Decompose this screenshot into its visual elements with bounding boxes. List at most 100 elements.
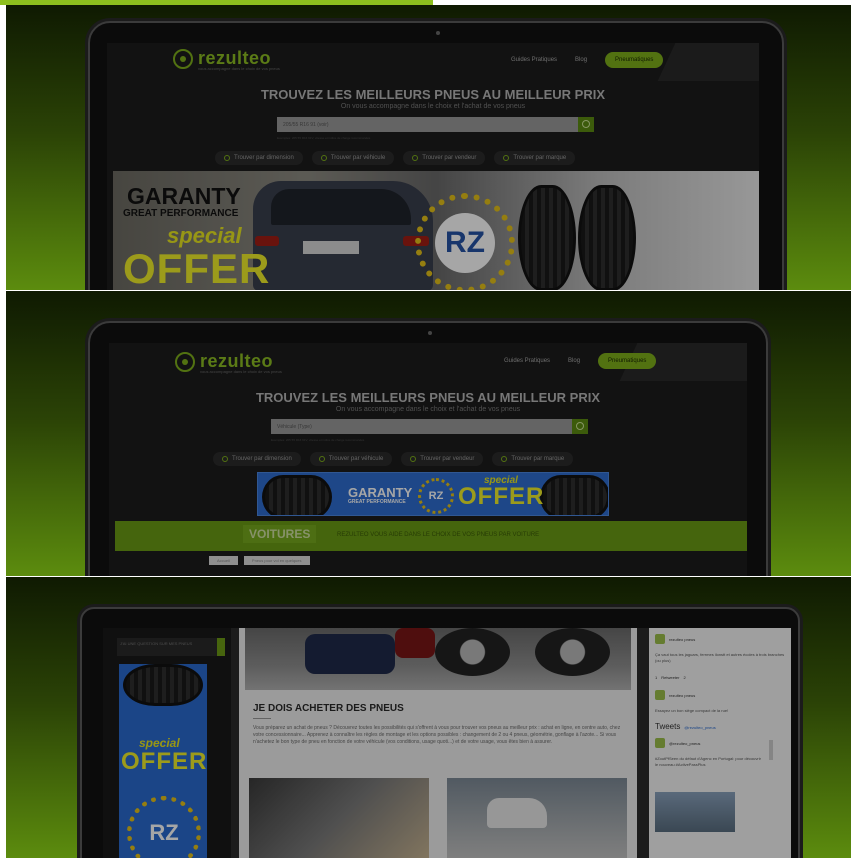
filter-dimension-button[interactable]: Trouver par dimension [215,151,303,165]
wheel-image-1 [435,628,510,676]
retweet-button[interactable]: Retweeter [661,675,679,680]
logo-wheel-icon-2 [175,351,195,372]
ask-question-box[interactable]: J'AI UNE QUESTION SUR MES PNEUS [117,638,217,656]
reply-count[interactable]: 1 [655,675,657,680]
article-thumb-woman-tire[interactable] [249,778,429,858]
filter-dimension-label: Trouver par dimension [234,155,294,161]
filter-brand-label-2: Trouver par marque [511,456,565,462]
filter-vendor-label: Trouver par vendeur [422,155,477,161]
logo-wheel-icon [173,48,193,69]
search-filters: Trouver par dimension Trouver par véhicu… [215,151,576,165]
panel-voitures: rezulteo vous accompagne dans le choix d… [6,291,851,576]
filter-vehicle-button[interactable]: Trouver par véhicule [311,151,395,165]
sidebar-rz-badge: RZ [149,820,179,845]
main-nav-2: Guides Pratiques Blog Pneumatiques [504,353,657,369]
filter-brand-button[interactable]: Trouver par marque [494,151,576,165]
nav-guides-link-2[interactable]: Guides Pratiques [504,358,550,364]
article-hero-photo [245,628,631,690]
tire-search-input[interactable] [277,117,578,132]
title-underline [253,718,271,719]
tweet-author-2[interactable]: rezulteo pneus [655,690,695,700]
site-logo-2[interactable]: rezulteo vous accompagne dans le choix d… [175,351,282,374]
tire-search-2 [271,419,588,434]
voitures-subtitle: REZULTEO VOUS AIDE DANS LE CHOIX DE VOS … [337,532,540,538]
nav-blog-link-2[interactable]: Blog [568,358,580,364]
car-window [271,189,411,225]
tire-search [277,117,594,132]
like-count[interactable]: 2 [683,675,685,680]
vendor-icon-2 [410,456,417,462]
filter-dimension-button-2[interactable]: Trouver par dimension [213,452,301,466]
search-icon-2[interactable] [572,419,588,434]
voitures-header-bar: VOITURES REZULTEO VOUS AIDE DANS LE CHOI… [115,521,747,551]
breadcrumb-current: Pneus pour voi en quelques [243,556,310,565]
filter-brand-button-2[interactable]: Trouver par marque [492,452,574,466]
promo-banner-small[interactable]: GARANTY GREAT PERFORMANCE RZ special OFF… [257,472,609,516]
breadcrumb-home-link[interactable]: Accueil [209,556,238,565]
wheel-image-2 [535,628,610,676]
banner-great-performance: GREAT PERFORMANCE [123,208,239,219]
banner-garanty: GARANTY [127,183,241,209]
rz-badge-2: RZ [428,490,444,502]
tweets-scrollbar[interactable] [769,740,773,760]
search-icon[interactable] [578,117,594,132]
logo-tagline-2: vous accompagne dans le choix de vos pne… [200,369,282,374]
hero-subtitle-2: On vous accompagne dans le choix et l'ac… [335,406,521,413]
tweet-image[interactable] [655,792,735,832]
screen-glare [657,43,759,81]
left-sidebar: J'AI UNE QUESTION SUR MES PNEUS special … [103,628,231,858]
search-hint-2: Exemples: 205 55 R16 91V, vitesse et ind… [271,438,365,442]
webcam-icon [436,31,440,35]
nav-cta-button[interactable]: Pneumatiques [605,52,664,68]
person-jeans [305,634,395,674]
logo-tagline: vous accompagne dans le choix de vos pne… [198,66,280,71]
sidebar-offer: OFFER [121,748,207,775]
site-screen-3: J'AI UNE QUESTION SUR MES PNEUS special … [103,628,791,858]
avatar-2 [655,690,665,700]
article-thumb-car-road[interactable] [447,778,627,858]
tweet-author-name: rezulteo pneus [669,636,696,642]
hero-title-2: TROUVEZ LES MEILLEURS PNEUS AU MEILLEUR … [255,390,601,405]
tweets-handle-link[interactable]: @rezulteo_pneus [684,725,715,730]
ask-question-button[interactable] [217,638,225,656]
sidebar-tire-image [123,664,203,706]
nav-cta-button-2[interactable]: Pneumatiques [598,353,657,369]
filter-vehicle-button-2[interactable]: Trouver par véhicule [309,452,393,466]
white-car-shape [487,798,547,828]
car-icon [320,155,327,161]
dimension-icon [224,155,230,161]
tweet-text-2: Essayez un bon siège compact de la rue! [655,708,729,713]
avatar [655,634,665,644]
article-body: Vous préparez un achat de pneus ? Découv… [253,725,621,745]
filter-vehicle-label: Trouver par véhicule [330,155,386,161]
tweet-author-1[interactable]: rezulteo pneus [655,634,695,644]
tire-image-2 [578,185,636,290]
voitures-title: VOITURES [243,525,317,543]
main-nav: Guides Pratiques Blog Pneumatiques [511,52,664,68]
tweet-actions: 1 Retweeter 2 [655,675,686,680]
tweet-text-1: Ça vaut tous les jaguars, ferrmes ilonst… [655,652,785,663]
filter-brand-label: Trouver par marque [513,155,567,161]
hero-title: TROUVEZ LES MEILLEURS PNEUS AU MEILLEUR … [260,87,606,102]
nav-guides-link[interactable]: Guides Pratiques [511,57,557,63]
filter-vendor-button[interactable]: Trouver par vendeur [403,151,486,165]
site-logo[interactable]: rezulteo vous accompagne dans le choix d… [173,48,280,71]
filter-vendor-button-2[interactable]: Trouver par vendeur [401,452,484,466]
rz-badge: RZ [435,213,495,273]
brand-icon-2 [501,456,508,462]
tweet-handle: @rezulteo_pneus [669,740,701,746]
article-card: JE DOIS ACHETER DES PNEUS Vous préparez … [239,628,637,858]
tweet-text-3: #ZoutPfSeen du défaut d'Agenc en Portuga… [655,756,761,767]
site-screen-2: rezulteo vous accompagne dans le choix d… [109,343,747,576]
breadcrumb: Accueil Pneus pour voi en quelques [209,556,310,565]
vendor-icon [412,155,419,161]
nav-blog-link[interactable]: Blog [575,57,587,63]
avatar-3 [655,738,665,748]
banner-garanty-2: GARANTY [348,485,413,500]
promo-banner[interactable]: RZ GARANTY GREAT PERFORMANCE special OFF… [113,171,759,290]
tweets-title: Tweets [655,722,681,731]
sidebar-ad[interactable]: special OFFER RZ [119,664,207,858]
vehicle-search-input[interactable] [271,419,572,434]
tweets-header: Tweets @rezulteo_pneus [655,722,716,731]
tweet-author-3[interactable]: @rezulteo_pneus [655,738,700,748]
